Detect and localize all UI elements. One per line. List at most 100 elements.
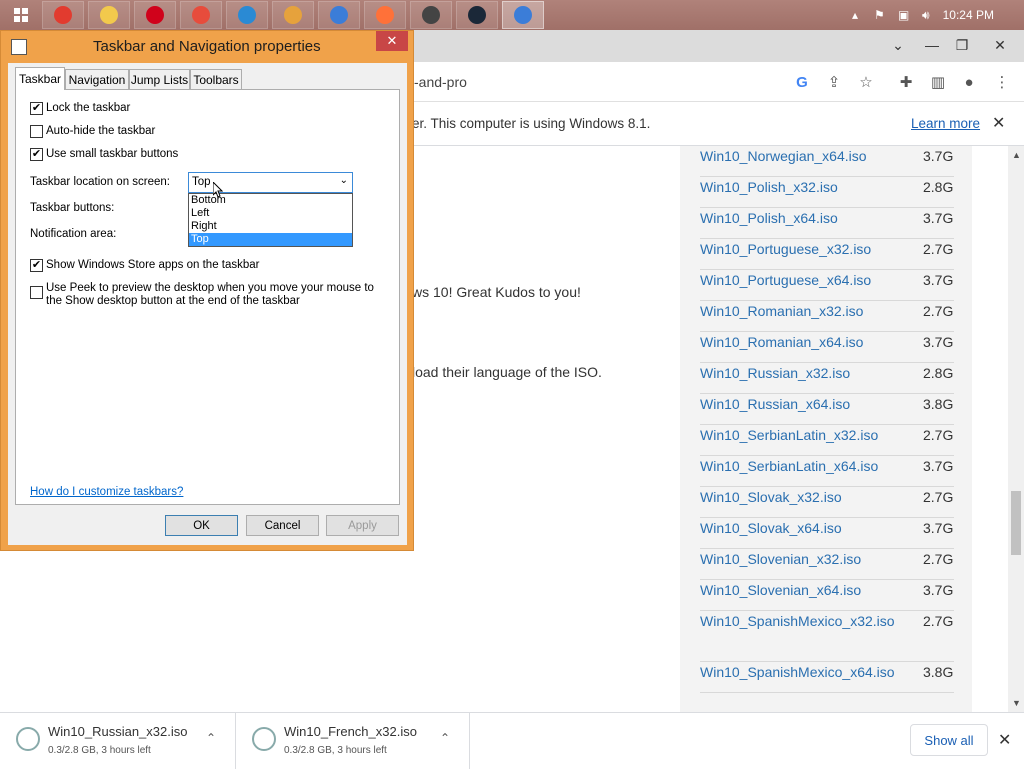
close-window-button[interactable]: ✕	[984, 32, 1016, 58]
tab-jump-lists[interactable]: Jump Lists	[129, 69, 190, 89]
iso-size: 3.8G	[923, 664, 954, 680]
paragraph-text: ws 10! Great Kudos to you!	[412, 284, 581, 300]
bookmark-star-icon[interactable]: ☆	[857, 73, 875, 91]
windows-taskbar: ▴ ⚑ ▣ 🔊︎ 10:24 PM	[0, 0, 1024, 30]
tab-search-chevron-icon[interactable]: ⌄	[882, 32, 914, 58]
minimize-button[interactable]: —	[916, 32, 948, 58]
taskbar-app-app-orange[interactable]	[272, 1, 314, 29]
location-value: Top	[192, 176, 211, 188]
chrome-icon	[54, 6, 72, 24]
store-apps-row[interactable]: ✔ Show Windows Store apps on the taskbar	[30, 259, 260, 272]
small-buttons-checkbox[interactable]: ✔	[30, 148, 43, 161]
alarm-icon	[192, 6, 210, 24]
option-right[interactable]: Right	[189, 220, 352, 233]
show-hidden-icons[interactable]: ▴	[852, 0, 858, 30]
close-icon[interactable]: ✕	[998, 730, 1011, 750]
iso-row: Win10_SerbianLatin_x64.iso 3.7G	[700, 456, 954, 487]
cancel-button[interactable]: Cancel	[246, 515, 319, 536]
taskbar-app-file-explorer[interactable]	[88, 1, 130, 29]
page-scrollbar[interactable]: ▲ ▼	[1008, 146, 1024, 712]
location-options-list[interactable]: Bottom Left Right Top	[188, 193, 353, 247]
scroll-thumb[interactable]	[1011, 491, 1021, 555]
side-panel-icon[interactable]: ▥	[929, 73, 947, 91]
taskbar-app-steam[interactable]	[456, 1, 498, 29]
clock[interactable]: 10:24 PM	[943, 8, 994, 22]
chevron-down-icon[interactable]: ⌄	[340, 175, 348, 186]
iso-download-link[interactable]: Win10_Slovak_x64.iso	[700, 520, 842, 536]
scroll-down-arrow-icon[interactable]: ▼	[1012, 698, 1021, 708]
profile-avatar-icon[interactable]: ●	[960, 73, 978, 91]
address-bar[interactable]: -and-pro	[414, 74, 467, 90]
iso-download-link[interactable]: Win10_Russian_x32.iso	[700, 365, 850, 381]
auto-hide-checkbox[interactable]	[30, 125, 43, 138]
small-buttons-row[interactable]: ✔ Use small taskbar buttons	[30, 148, 178, 161]
iso-download-link[interactable]: Win10_Slovak_x32.iso	[700, 489, 842, 505]
volume-icon[interactable]: 🔊︎	[922, 0, 930, 30]
lock-taskbar-label: Lock the taskbar	[46, 102, 131, 114]
iso-size: 2.7G	[923, 551, 954, 567]
chevron-up-icon[interactable]: ⌃	[206, 731, 216, 745]
iso-download-link[interactable]: Win10_Slovenian_x32.iso	[700, 551, 861, 567]
taskbar-app-app-dark[interactable]	[410, 1, 452, 29]
option-top[interactable]: Top	[189, 233, 352, 246]
taskbar-app-taskbar-properties[interactable]	[502, 1, 544, 29]
tab-toolbars[interactable]: Toolbars	[190, 69, 242, 89]
iso-download-link[interactable]: Win10_Portuguese_x32.iso	[700, 241, 871, 257]
iso-download-link[interactable]: Win10_Norwegian_x64.iso	[700, 148, 867, 164]
iso-download-link[interactable]: Win10_Polish_x32.iso	[700, 179, 838, 195]
download-item[interactable]: Win10_Russian_x32.iso 0.3/2.8 GB, 3 hour…	[0, 713, 236, 769]
tab-navigation[interactable]: Navigation	[65, 69, 129, 89]
taskbar-app-qbittorrent[interactable]	[318, 1, 360, 29]
share-icon[interactable]: ⇪	[825, 73, 843, 91]
iso-download-link[interactable]: Win10_Russian_x64.iso	[700, 396, 850, 412]
iso-download-link[interactable]: Win10_Slovenian_x64.iso	[700, 582, 861, 598]
menu-kebab-icon[interactable]: ⋮	[993, 73, 1011, 91]
extensions-icon[interactable]: ✚	[897, 73, 915, 91]
store-apps-checkbox[interactable]: ✔	[30, 259, 43, 272]
iso-row: Win10_Slovenian_x32.iso 2.7G	[700, 549, 954, 580]
close-icon[interactable]: ✕	[992, 113, 1005, 133]
chevron-up-icon[interactable]: ⌃	[440, 731, 450, 745]
close-button[interactable]: ✕	[376, 31, 408, 51]
iso-download-link[interactable]: Win10_Portuguese_x64.iso	[700, 272, 871, 288]
steam-icon	[468, 6, 486, 24]
download-name: Win10_French_x32.iso	[284, 724, 417, 739]
lock-taskbar-checkbox[interactable]: ✔	[30, 102, 43, 115]
taskbar-app-firefox[interactable]	[364, 1, 406, 29]
start-button[interactable]	[0, 1, 42, 29]
auto-hide-row[interactable]: Auto-hide the taskbar	[30, 125, 155, 138]
learn-more-link[interactable]: Learn more	[911, 116, 980, 131]
taskbar-properties-icon	[514, 6, 532, 24]
tab-taskbar[interactable]: Taskbar	[15, 67, 65, 90]
taskbar-app-vscode[interactable]	[226, 1, 268, 29]
network-icon[interactable]: ▣	[898, 0, 909, 30]
iso-download-link[interactable]: Win10_SerbianLatin_x32.iso	[700, 427, 878, 443]
taskbar-app-chrome[interactable]	[42, 1, 84, 29]
iso-row: Win10_Slovenian_x64.iso 3.7G	[700, 580, 954, 611]
iso-size: 2.7G	[923, 241, 954, 257]
iso-row: Win10_Polish_x32.iso 2.8G	[700, 177, 954, 208]
peek-checkbox[interactable]	[30, 286, 43, 299]
iso-download-link[interactable]: Win10_Polish_x64.iso	[700, 210, 838, 226]
show-all-button[interactable]: Show all	[910, 724, 988, 756]
iso-download-link[interactable]: Win10_SpanishMexico_x32.iso	[700, 613, 895, 629]
taskbar-app-opera[interactable]	[134, 1, 176, 29]
apply-button[interactable]: Apply	[326, 515, 399, 536]
iso-size: 3.7G	[923, 520, 954, 536]
lock-taskbar-row[interactable]: ✔ Lock the taskbar	[30, 102, 130, 115]
ok-button[interactable]: OK	[165, 515, 238, 536]
google-icon[interactable]: G	[793, 73, 811, 91]
iso-download-link[interactable]: Win10_Romanian_x64.iso	[700, 334, 863, 350]
iso-download-link[interactable]: Win10_SerbianLatin_x64.iso	[700, 458, 878, 474]
iso-download-link[interactable]: Win10_SpanishMexico_x64.iso	[700, 664, 895, 680]
option-left[interactable]: Left	[189, 207, 352, 220]
peek-row[interactable]: Use Peek to preview the desktop when you…	[30, 282, 380, 307]
scroll-up-arrow-icon[interactable]: ▲	[1012, 150, 1021, 160]
taskbar-app-alarm[interactable]	[180, 1, 222, 29]
iso-download-link[interactable]: Win10_Romanian_x32.iso	[700, 303, 863, 319]
iso-row: Win10_Portuguese_x32.iso 2.7G	[700, 239, 954, 270]
flag-icon[interactable]: ⚑	[874, 0, 885, 30]
restore-button[interactable]: ❐	[946, 32, 978, 58]
help-link[interactable]: How do I customize taskbars?	[30, 486, 183, 498]
download-item[interactable]: Win10_French_x32.iso 0.3/2.8 GB, 3 hours…	[236, 713, 470, 769]
